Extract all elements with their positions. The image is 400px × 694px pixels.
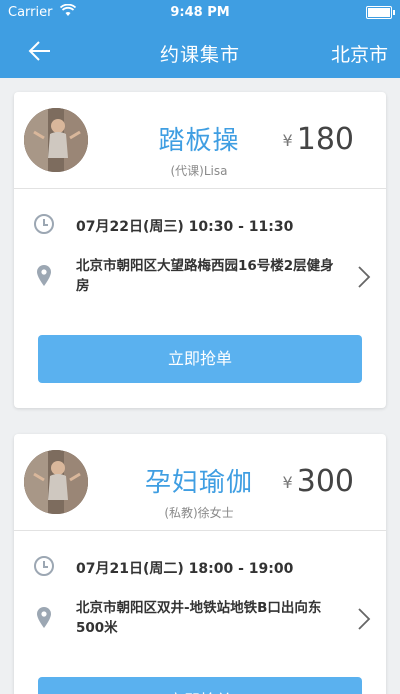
clock-icon [34, 214, 54, 234]
price-value: 300 [296, 464, 354, 499]
app-header: Carrier 9:48 PM 约课集市 北京市 [0, 0, 400, 78]
clock-icon [34, 556, 54, 576]
currency-symbol: ¥ [282, 473, 293, 492]
class-datetime: 07月22日(周三) 10:30 - 11:30 [76, 219, 294, 235]
course-name: 孕妇瑜伽 [144, 468, 253, 498]
card-divider [14, 188, 386, 189]
location-pin-icon [36, 606, 52, 630]
status-bar: Carrier 9:48 PM [0, 0, 400, 26]
location-pin-icon [36, 264, 52, 288]
battery-icon [366, 6, 395, 19]
city-selector[interactable]: 北京市 [331, 40, 388, 67]
battery-fill [368, 8, 390, 17]
class-datetime: 07月21日(周二) 18:00 - 19:00 [76, 561, 294, 577]
chevron-right-icon[interactable] [356, 264, 372, 290]
course-card: 孕妇瑜伽 (私教)徐女士 ¥300 07月21日(周二) 18:00 - 19:… [14, 434, 386, 694]
nav-bar: 约课集市 北京市 [0, 30, 400, 74]
grab-order-button[interactable]: 立即抢单 [38, 677, 362, 694]
teacher-name: (私教)徐女士 [164, 506, 234, 520]
price: ¥300 [283, 464, 354, 499]
card-divider [14, 530, 386, 531]
class-address: 北京市朝阳区双井-地铁站地铁B口出向东500米 [76, 600, 322, 636]
grab-order-button[interactable]: 立即抢单 [38, 335, 362, 383]
teacher-name: (代课)Lisa [170, 164, 228, 178]
status-time: 9:48 PM [170, 5, 230, 20]
avatar [24, 450, 88, 514]
price: ¥180 [283, 122, 354, 157]
price-value: 180 [296, 122, 354, 157]
currency-symbol: ¥ [282, 131, 293, 150]
course-card: 踏板操 (代课)Lisa ¥180 07月22日(周三) 10:30 - 11:… [14, 92, 386, 408]
chevron-right-icon[interactable] [356, 606, 372, 632]
avatar [24, 108, 88, 172]
class-address: 北京市朝阳区大望路梅西园16号楼2层健身房 [76, 258, 334, 294]
course-name: 踏板操 [158, 126, 240, 156]
